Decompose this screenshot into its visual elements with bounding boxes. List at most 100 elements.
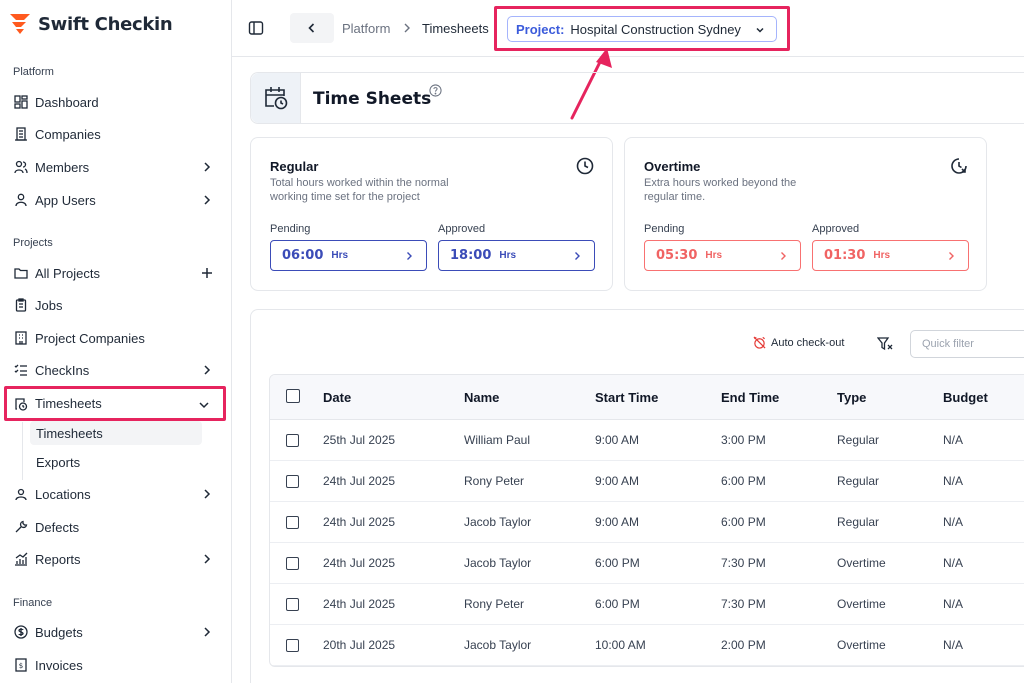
cell-date: 24th Jul 2025 [323, 515, 396, 529]
regular-approved-value: 18:00 [450, 248, 492, 263]
sidebar-item-companies[interactable]: Companies [4, 118, 226, 150]
sidebar-item-jobs[interactable]: Jobs [4, 289, 226, 321]
quick-filter-input[interactable] [910, 330, 1024, 358]
table-row[interactable]: 24th Jul 2025 Jacob Taylor 6:00 PM 7:30 PM O… [270, 543, 1024, 584]
cell-type: Overtime [837, 556, 886, 570]
table-row[interactable]: 24th Jul 2025 Rony Peter 9:00 AM 6:00 PM Reg… [270, 461, 1024, 502]
sidebar-item-timesheets[interactable]: Timesheets [4, 386, 226, 421]
auto-checkout-label: Auto check-out [771, 336, 845, 349]
regular-approved-button[interactable]: 18:00 Hrs [438, 240, 595, 271]
sidebar-item-label: App Users [35, 192, 96, 208]
hours-unit: Hrs [499, 250, 517, 261]
cell-budget: N/A [943, 638, 964, 652]
hours-unit: Hrs [705, 250, 723, 261]
chevron-right-icon [204, 554, 211, 564]
clock-arrow-icon [951, 158, 967, 174]
sidebar: Swift Checkin Platform Dashboard Compani… [0, 0, 232, 683]
cell-date: 24th Jul 2025 [323, 556, 396, 570]
chevron-down-icon [199, 402, 209, 409]
overtime-hours-card: Overtime Extra hours worked beyond the r… [624, 137, 987, 291]
sidebar-subitem-exports[interactable]: Exports [30, 450, 202, 474]
overtime-approved-button[interactable]: 01:30 Hrs [812, 240, 969, 271]
sidebar-item-locations[interactable]: Locations [4, 478, 226, 510]
column-header-end-time[interactable]: End Time [721, 375, 779, 419]
location-icon [13, 486, 29, 502]
column-header-name[interactable]: Name [464, 375, 499, 419]
row-checkbox[interactable] [286, 434, 299, 447]
column-header-budget[interactable]: Budget [943, 375, 988, 419]
breadcrumb-timesheets[interactable]: Timesheets [422, 21, 489, 36]
sidebar-item-members[interactable]: Members [4, 151, 226, 183]
section-label-platform: Platform [13, 66, 54, 78]
help-icon[interactable] [429, 84, 442, 97]
plus-icon[interactable] [200, 266, 214, 280]
sidebar-subitem-timesheets[interactable]: Timesheets [30, 421, 202, 445]
breadcrumb-platform[interactable]: Platform [342, 21, 390, 36]
cell-end-time: 6:00 PM [721, 474, 766, 488]
sidebar-item-budgets[interactable]: Budgets [4, 616, 226, 648]
cell-date: 25th Jul 2025 [323, 433, 396, 447]
chevron-right-icon [407, 252, 412, 260]
svg-text:$: $ [19, 662, 23, 670]
table-row[interactable]: 20th Jul 2025 Jacob Taylor 10:00 AM 2:00 PM… [270, 625, 1024, 666]
app-logo[interactable]: Swift Checkin [8, 12, 173, 36]
column-header-start-time[interactable]: Start Time [595, 375, 658, 419]
cell-budget: N/A [943, 515, 964, 529]
cell-type: Regular [837, 433, 880, 447]
chevron-right-icon [575, 252, 580, 260]
sidebar-item-reports[interactable]: Reports [4, 543, 226, 575]
approved-label: Approved [812, 223, 860, 235]
checklist-icon [13, 362, 29, 378]
table-row[interactable]: 24th Jul 2025 Rony Peter 6:00 PM 7:30 PM Ove… [270, 584, 1024, 625]
regular-pending-button[interactable]: 06:00 Hrs [270, 240, 427, 271]
select-all-checkbox[interactable] [286, 389, 300, 403]
sidebar-item-label: Companies [35, 126, 101, 142]
sidebar-item-project-companies[interactable]: Project Companies [4, 322, 226, 354]
pending-label: Pending [270, 223, 311, 235]
filter-clear-icon[interactable] [877, 336, 893, 352]
app-name: Swift Checkin [38, 13, 173, 35]
sidebar-item-all-projects[interactable]: All Projects [4, 257, 226, 289]
cell-name: William Paul [464, 433, 531, 447]
chevron-down-icon [756, 27, 764, 33]
cell-end-time: 3:00 PM [721, 433, 766, 447]
toggle-sidebar-icon[interactable] [248, 20, 264, 36]
sidebar-item-invoices[interactable]: $ Invoices [4, 649, 226, 681]
row-checkbox[interactable] [286, 639, 299, 652]
sidebar-item-checkins[interactable]: CheckIns [4, 354, 226, 386]
sidebar-item-defects[interactable]: Defects [4, 511, 226, 543]
back-button[interactable] [290, 13, 334, 43]
column-header-date[interactable]: Date [323, 375, 351, 419]
row-checkbox[interactable] [286, 475, 299, 488]
sidebar-item-dashboard[interactable]: Dashboard [4, 86, 226, 118]
table-row[interactable]: 24th Jul 2025 Jacob Taylor 9:00 AM 6:00 PM R… [270, 502, 1024, 543]
sidebar-item-label: Budgets [35, 624, 83, 640]
project-select[interactable]: Project: Hospital Construction Sydney [507, 16, 777, 42]
project-select-value: Hospital Construction Sydney [570, 21, 741, 37]
sidebar-item-label: Members [35, 159, 90, 175]
column-header-type[interactable]: Type [837, 375, 866, 419]
overtime-pending-button[interactable]: 05:30 Hrs [644, 240, 801, 271]
cell-start-time: 9:00 AM [595, 474, 640, 488]
cell-type: Overtime [837, 638, 886, 652]
top-bar: Platform Timesheets Project: Hospital Co… [232, 0, 1024, 57]
cell-start-time: 9:00 AM [595, 515, 640, 529]
auto-checkout-button[interactable]: Auto check-out [753, 336, 844, 349]
cell-start-time: 6:00 PM [595, 597, 640, 611]
chevron-right-icon [204, 489, 211, 499]
cell-type: Regular [837, 515, 880, 529]
sidebar-item-label: CheckIns [35, 362, 90, 378]
sidebar-item-app-users[interactable]: App Users [4, 184, 226, 216]
table-row[interactable]: 25th Jul 2025 William Paul 9:00 AM 3:00 PM R… [270, 420, 1024, 461]
wrench-icon [13, 519, 29, 535]
row-checkbox[interactable] [286, 557, 299, 570]
cell-name: Jacob Taylor [464, 556, 532, 570]
invoice-icon: $ [13, 657, 29, 673]
submenu-rail [22, 422, 23, 480]
folder-icon [13, 265, 29, 281]
chevron-right-icon [949, 252, 954, 260]
row-checkbox[interactable] [286, 598, 299, 611]
row-checkbox[interactable] [286, 516, 299, 529]
page-title: Time Sheets [313, 89, 432, 109]
office-icon [13, 330, 29, 346]
